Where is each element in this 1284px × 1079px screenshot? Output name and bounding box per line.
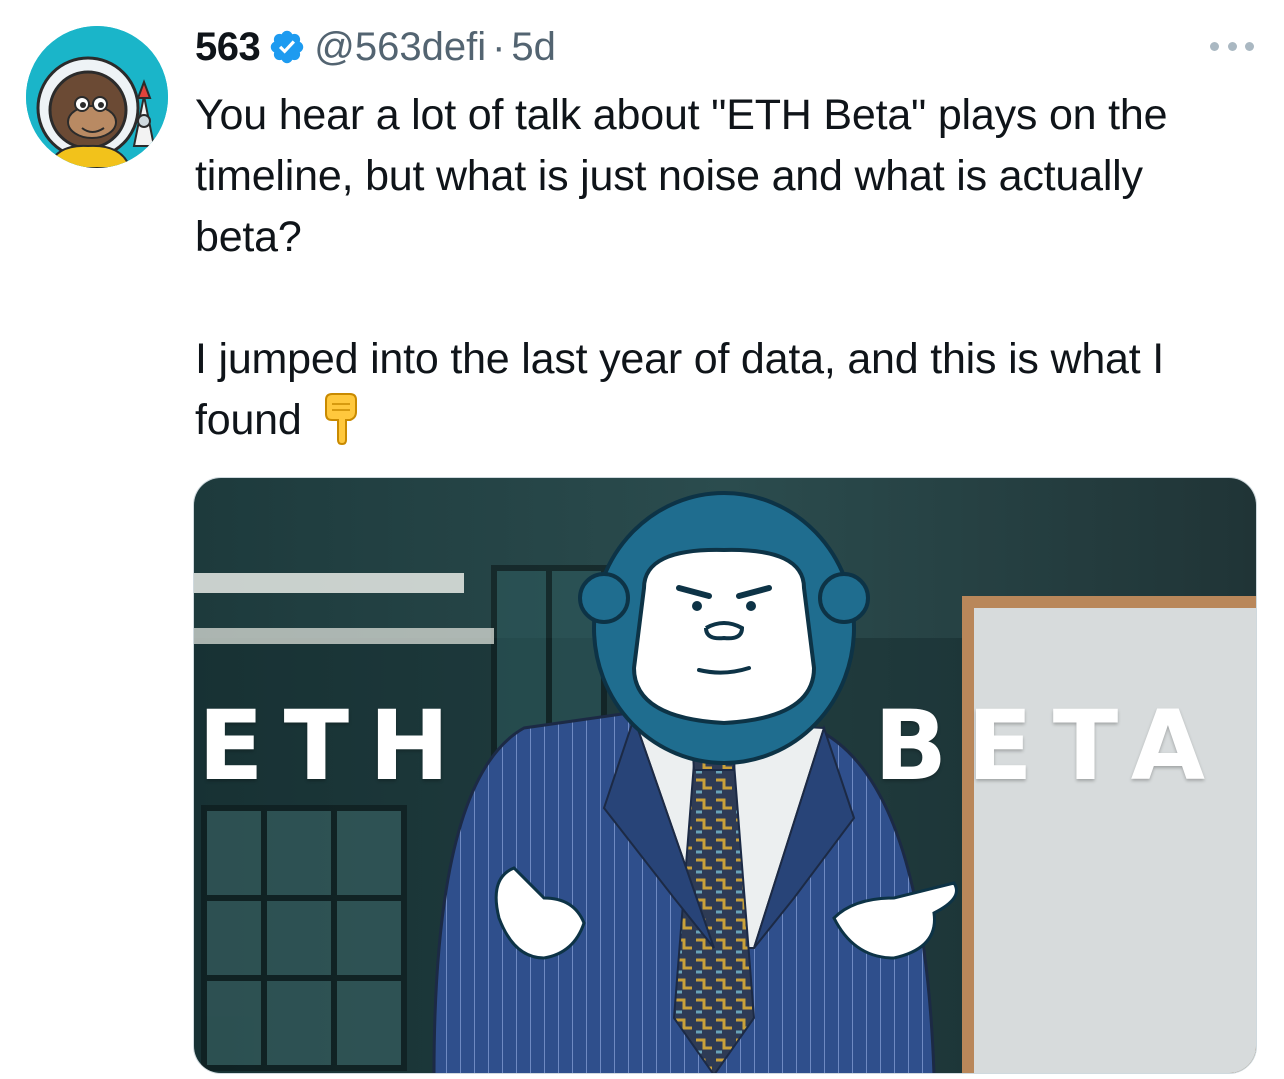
tweet-media-image[interactable]: ETH BETA — [193, 477, 1257, 1074]
tweet-paragraph-1: You hear a lot of talk about "ETH Beta" … — [195, 91, 1180, 261]
separator-dot: · — [492, 24, 506, 69]
tweet-header: 563 @563defi · 5d — [195, 22, 556, 72]
verified-badge-icon[interactable] — [268, 28, 306, 66]
tweet-paragraph-2: I jumped into the last year of data, and… — [195, 329, 1235, 451]
pointing-down-hand-icon — [320, 390, 364, 446]
more-options-icon[interactable] — [1210, 36, 1254, 56]
display-name[interactable]: 563 — [195, 25, 261, 70]
overlay-text-right: BETA — [874, 690, 1226, 802]
tweet-text: You hear a lot of talk about "ETH Beta" … — [195, 85, 1235, 451]
tweet-card[interactable]: 563 @563defi · 5d You hear a lot of talk… — [0, 0, 1284, 1079]
timestamp[interactable]: 5d — [511, 25, 556, 70]
overlay-text-left: ETH — [198, 690, 470, 802]
user-handle[interactable]: @563defi — [314, 25, 486, 70]
avatar[interactable] — [26, 26, 168, 168]
